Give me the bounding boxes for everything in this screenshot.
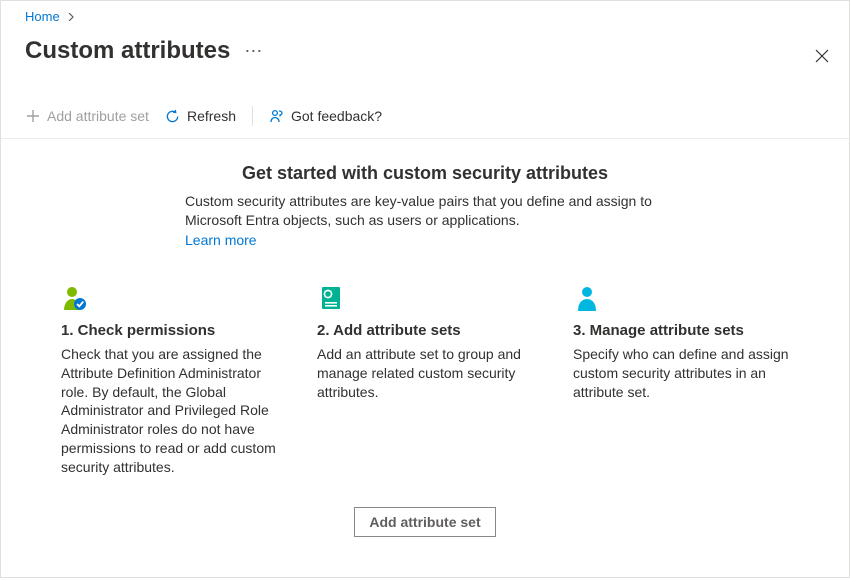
add-attribute-set-button[interactable]: Add attribute set <box>354 507 495 537</box>
command-bar: Add attribute set Refresh Got feedback? <box>1 94 849 139</box>
hero-heading: Get started with custom security attribu… <box>185 163 665 184</box>
person-check-icon <box>61 284 89 312</box>
hero-body: Custom security attributes are key-value… <box>185 192 665 230</box>
page-title: Custom attributes <box>25 37 230 65</box>
add-attribute-set-command: Add attribute set <box>25 108 149 124</box>
person-icon <box>573 284 601 312</box>
breadcrumb: Home <box>1 1 849 24</box>
step1-body: Check that you are assigned the Attribut… <box>61 345 277 477</box>
step2-body: Add an attribute set to group and manage… <box>317 345 533 402</box>
document-gear-icon <box>317 284 345 312</box>
step3-title: 3. Manage attribute sets <box>573 322 789 339</box>
feedback-person-icon <box>269 108 285 124</box>
step-manage-attribute-sets: 3. Manage attribute sets Specify who can… <box>573 284 789 477</box>
step3-body: Specify who can define and assign custom… <box>573 345 789 402</box>
step-add-attribute-sets: 2. Add attribute sets Add an attribute s… <box>317 284 533 477</box>
feedback-label: Got feedback? <box>291 108 382 124</box>
learn-more-link[interactable]: Learn more <box>185 232 257 248</box>
step-check-permissions: 1. Check permissions Check that you are … <box>61 284 277 477</box>
refresh-label: Refresh <box>187 108 236 124</box>
add-attribute-set-label: Add attribute set <box>47 108 149 124</box>
refresh-icon <box>165 108 181 124</box>
step1-title: 1. Check permissions <box>61 322 277 339</box>
chevron-right-icon <box>67 12 75 24</box>
feedback-command[interactable]: Got feedback? <box>269 108 382 124</box>
toolbar-separator <box>252 106 253 126</box>
getting-started-steps: 1. Check permissions Check that you are … <box>61 284 789 477</box>
close-button[interactable] <box>815 49 829 68</box>
plus-icon <box>25 108 41 124</box>
breadcrumb-home-link[interactable]: Home <box>25 9 60 24</box>
step2-title: 2. Add attribute sets <box>317 322 533 339</box>
more-actions-icon[interactable]: ⋯ <box>244 42 264 60</box>
refresh-command[interactable]: Refresh <box>165 108 236 124</box>
